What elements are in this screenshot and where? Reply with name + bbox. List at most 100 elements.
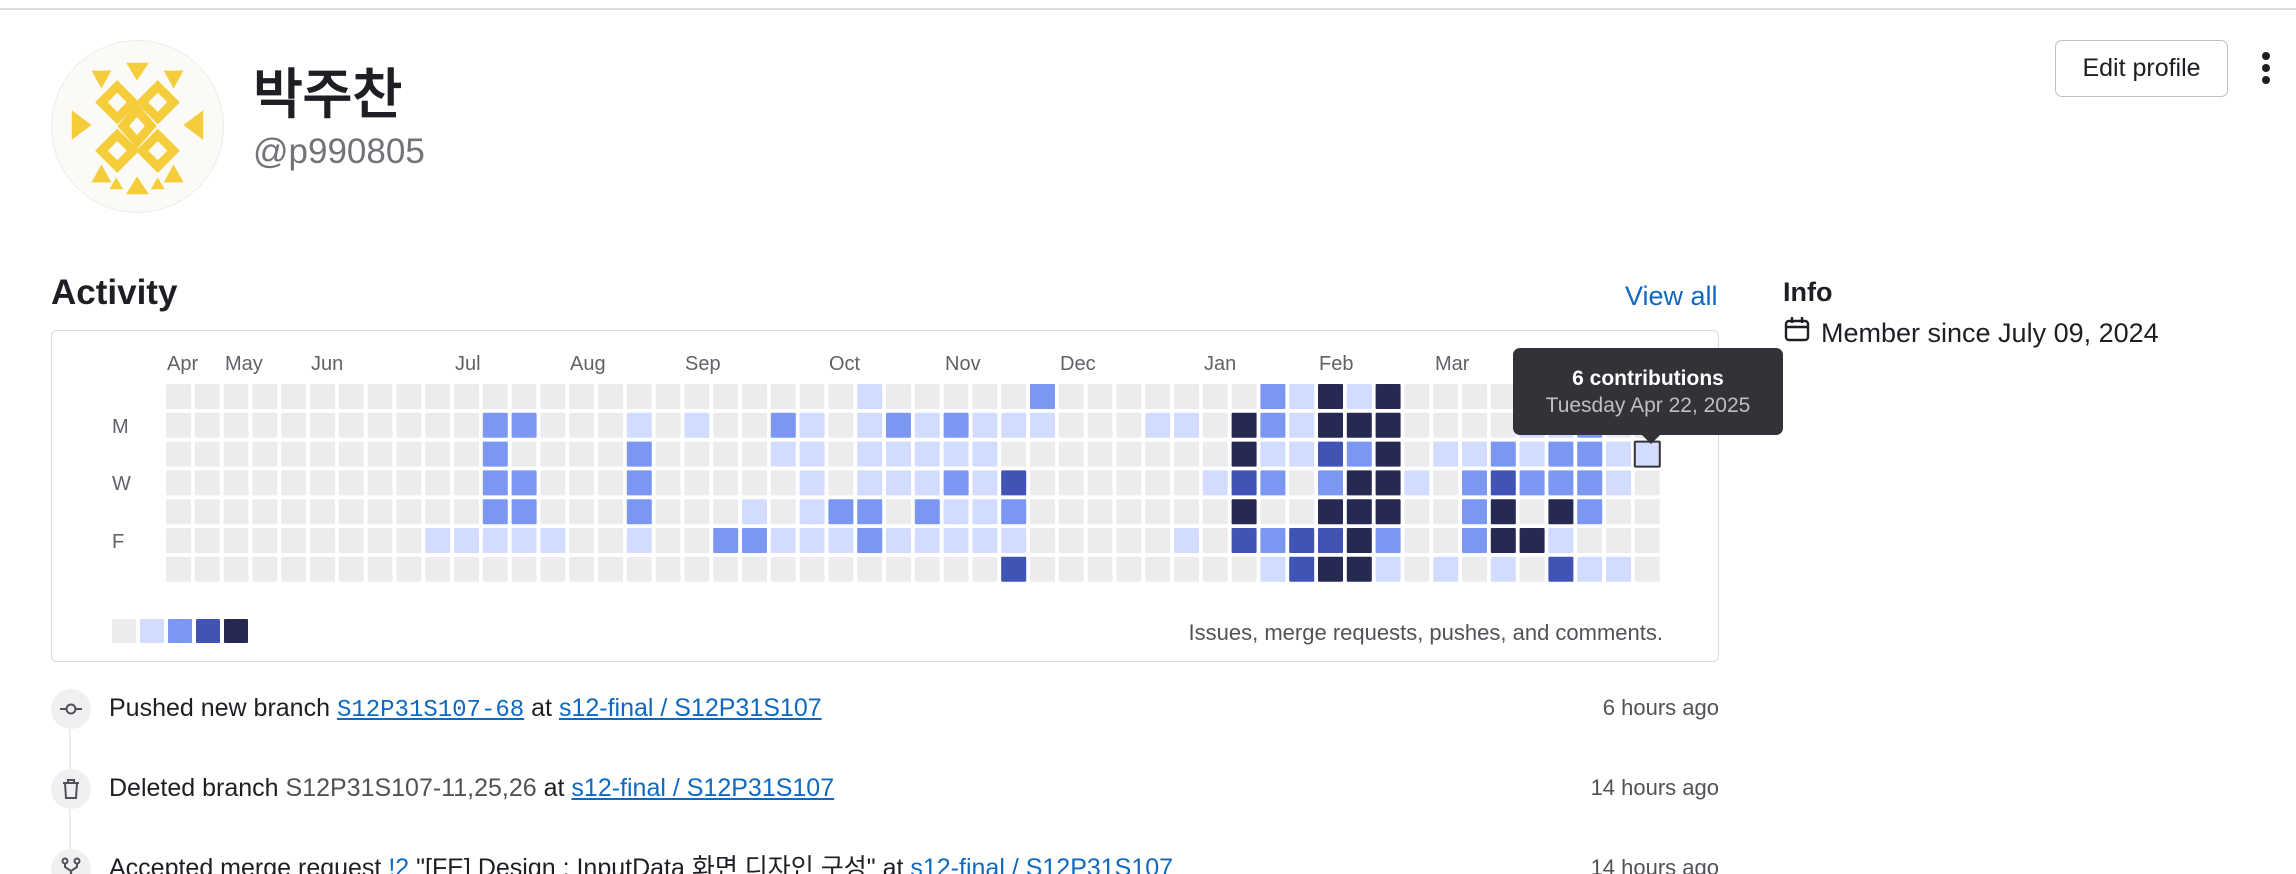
- contribution-day-cell[interactable]: [943, 441, 969, 467]
- contribution-day-cell[interactable]: [569, 528, 595, 553]
- contribution-day-cell[interactable]: [598, 470, 623, 496]
- contribution-day-cell[interactable]: [972, 384, 998, 409]
- contribution-day-cell[interactable]: [223, 441, 249, 467]
- contribution-day-cell[interactable]: [166, 556, 191, 582]
- contribution-day-cell[interactable]: [1634, 528, 1660, 553]
- contribution-day-cell[interactable]: [914, 528, 940, 553]
- contribution-day-cell[interactable]: [338, 556, 364, 582]
- contribution-day-cell[interactable]: [252, 384, 278, 409]
- contribution-day-cell[interactable]: [857, 556, 883, 582]
- contribution-day-cell[interactable]: [914, 499, 940, 525]
- contribution-day-cell[interactable]: [598, 412, 623, 438]
- contribution-day-cell[interactable]: [1346, 384, 1372, 409]
- contribution-day-cell[interactable]: [598, 441, 623, 467]
- contribution-day-cell[interactable]: [166, 384, 191, 409]
- contribution-day-cell[interactable]: [684, 384, 710, 409]
- contribution-day-cell[interactable]: [1490, 528, 1516, 553]
- contribution-day-cell[interactable]: [540, 499, 566, 525]
- contribution-day-cell[interactable]: [1577, 556, 1603, 582]
- contribution-day-cell[interactable]: [1375, 412, 1401, 438]
- contribution-day-cell[interactable]: [1490, 499, 1516, 525]
- contribution-day-cell[interactable]: [886, 528, 911, 553]
- contribution-day-cell[interactable]: [1202, 441, 1228, 467]
- contribution-day-cell[interactable]: [1433, 470, 1459, 496]
- contribution-day-cell[interactable]: [1462, 470, 1487, 496]
- contribution-day-cell[interactable]: [1577, 499, 1603, 525]
- contribution-day-cell[interactable]: [511, 470, 537, 496]
- contribution-day-cell[interactable]: [425, 384, 451, 409]
- contribution-day-cell[interactable]: [655, 499, 681, 525]
- contribution-day-cell[interactable]: [1404, 556, 1430, 582]
- contribution-day-cell[interactable]: [569, 384, 595, 409]
- contribution-day-cell[interactable]: [1260, 556, 1286, 582]
- contribution-day-cell[interactable]: [1519, 528, 1545, 553]
- contribution-day-cell[interactable]: [1174, 412, 1199, 438]
- contribution-day-cell[interactable]: [799, 556, 825, 582]
- contribution-day-cell[interactable]: [713, 499, 739, 525]
- contribution-day-cell[interactable]: [1231, 470, 1257, 496]
- contribution-day-cell[interactable]: [281, 441, 307, 467]
- contribution-day-cell[interactable]: [1318, 412, 1343, 438]
- contribution-day-cell[interactable]: [1001, 470, 1027, 496]
- contribution-day-cell[interactable]: [367, 441, 393, 467]
- contribution-day-cell[interactable]: [684, 499, 710, 525]
- contribution-day-cell[interactable]: [223, 384, 249, 409]
- contribution-day-cell[interactable]: [857, 441, 883, 467]
- contribution-day-cell[interactable]: [166, 412, 191, 438]
- contribution-day-cell[interactable]: [914, 470, 940, 496]
- contribution-day-cell[interactable]: [1202, 528, 1228, 553]
- contribution-day-cell[interactable]: [1145, 441, 1171, 467]
- contribution-day-cell[interactable]: [1001, 499, 1027, 525]
- contribution-day-cell[interactable]: [310, 384, 335, 409]
- contribution-day-cell[interactable]: [1462, 556, 1487, 582]
- contribution-day-cell[interactable]: [943, 556, 969, 582]
- contribution-day-cell[interactable]: [684, 470, 710, 496]
- contribution-day-cell[interactable]: [281, 556, 307, 582]
- contribution-day-cell[interactable]: [252, 412, 278, 438]
- avatar[interactable]: [51, 40, 224, 213]
- branch-link[interactable]: S12P31S107-68: [337, 697, 524, 724]
- contribution-day-cell[interactable]: [972, 470, 998, 496]
- contribution-day-cell[interactable]: [425, 441, 451, 467]
- contribution-day-cell[interactable]: [1087, 441, 1113, 467]
- contribution-day-cell[interactable]: [1548, 556, 1574, 582]
- contribution-day-cell[interactable]: [1346, 470, 1372, 496]
- contribution-day-cell[interactable]: [425, 528, 451, 553]
- contribution-day-cell[interactable]: [540, 528, 566, 553]
- contribution-day-cell[interactable]: [454, 499, 479, 525]
- contribution-day-cell[interactable]: [972, 499, 998, 525]
- edit-profile-button[interactable]: Edit profile: [2055, 40, 2228, 97]
- contribution-day-cell[interactable]: [972, 556, 998, 582]
- contribution-day-cell[interactable]: [569, 412, 595, 438]
- contribution-day-cell[interactable]: [1519, 556, 1545, 582]
- contribution-day-cell[interactable]: [425, 556, 451, 582]
- contribution-day-cell[interactable]: [626, 556, 652, 582]
- contribution-day-cell[interactable]: [799, 412, 825, 438]
- contribution-day-cell[interactable]: [166, 528, 191, 553]
- contribution-day-cell[interactable]: [540, 412, 566, 438]
- contribution-day-cell[interactable]: [569, 441, 595, 467]
- contribution-day-cell[interactable]: [223, 556, 249, 582]
- contribution-day-cell[interactable]: [684, 528, 710, 553]
- contribution-day-cell[interactable]: [1202, 384, 1228, 409]
- contribution-day-cell[interactable]: [223, 412, 249, 438]
- contribution-day-cell[interactable]: [1231, 499, 1257, 525]
- contribution-day-cell[interactable]: [396, 556, 422, 582]
- contribution-day-cell[interactable]: [338, 528, 364, 553]
- contribution-day-cell[interactable]: [684, 556, 710, 582]
- contribution-day-cell[interactable]: [1145, 384, 1171, 409]
- contribution-day-cell[interactable]: [1030, 470, 1055, 496]
- contribution-day-cell[interactable]: [1260, 412, 1286, 438]
- contribution-day-cell[interactable]: [886, 384, 911, 409]
- contribution-day-cell[interactable]: [1404, 528, 1430, 553]
- contribution-day-cell[interactable]: [1548, 499, 1574, 525]
- contribution-day-cell[interactable]: [1289, 441, 1315, 467]
- contribution-day-cell[interactable]: [396, 528, 422, 553]
- contribution-day-cell[interactable]: [166, 470, 191, 496]
- contribution-day-cell[interactable]: [742, 384, 767, 409]
- contribution-day-cell[interactable]: [1375, 528, 1401, 553]
- contribution-day-cell[interactable]: [194, 470, 220, 496]
- contribution-day-cell[interactable]: [914, 384, 940, 409]
- contribution-day-cell[interactable]: [598, 556, 623, 582]
- contribution-day-cell[interactable]: [1030, 441, 1055, 467]
